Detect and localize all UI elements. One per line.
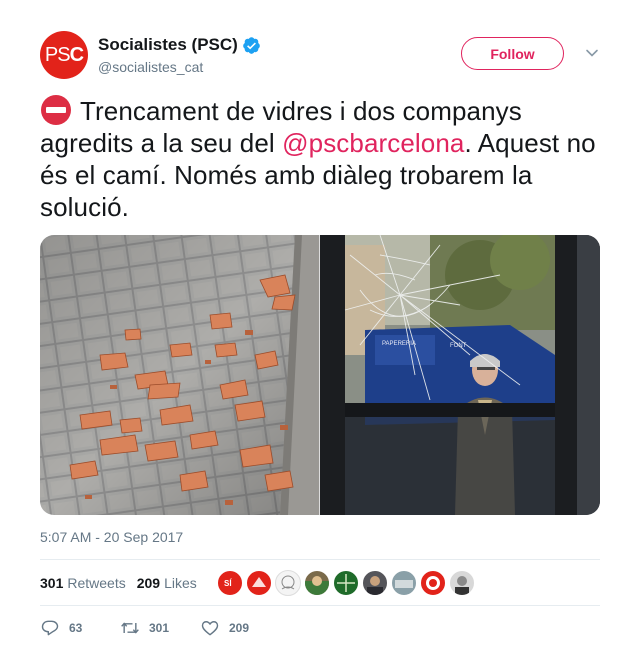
retweets-count[interactable]: 301: [40, 575, 63, 591]
liker-avatar[interactable]: [275, 570, 301, 596]
liker-avatar[interactable]: [391, 570, 417, 596]
liker-avatar-graphic: [305, 576, 329, 595]
tweet-text: Trencament de vidres i dos companys agre…: [40, 94, 605, 223]
follow-button[interactable]: Follow: [461, 37, 564, 70]
media-grid: PAPERERIA FONT: [40, 235, 600, 515]
liker-avatar-graphic: [426, 576, 440, 590]
liker-avatar[interactable]: [246, 570, 272, 596]
liker-avatar-graphic: [281, 575, 295, 590]
liker-avatar-graphic: [367, 576, 383, 595]
retweet-icon: [121, 622, 139, 634]
retweet-button[interactable]: 301: [120, 618, 169, 638]
retweet-count: 301: [149, 621, 170, 635]
liker-avatar[interactable]: [333, 570, 359, 596]
photo-shattered-glass[interactable]: PAPERERIA FONT: [320, 235, 600, 515]
van-sign-text-2: FONT: [450, 343, 467, 349]
like-count: 209: [229, 621, 250, 635]
liker-avatar-graphic: [252, 577, 266, 587]
liker-avatar[interactable]: [304, 570, 330, 596]
name-row: Socialistes (PSC): [98, 34, 261, 56]
liker-avatar-graphic: [395, 580, 413, 588]
tweet-actions: 63 301 209: [40, 618, 340, 638]
liker-avatar-graphic: SÍ: [224, 579, 232, 588]
divider: [40, 559, 600, 560]
chevron-down-icon[interactable]: [585, 46, 599, 60]
likes-count[interactable]: 209: [137, 575, 160, 591]
liker-avatar-1-text: SÍ: [224, 579, 232, 588]
divider: [40, 605, 600, 606]
no-entry-emoji-icon: [41, 95, 71, 125]
engagement-stats: 301 Retweets 209 Likes: [40, 573, 208, 593]
heart-icon: [201, 621, 219, 636]
van-sign-text-1: PAPERERIA: [382, 341, 416, 347]
handle[interactable]: @socialistes_cat: [98, 59, 203, 75]
mention-link[interactable]: @pscbarcelona: [282, 128, 464, 158]
tweet-header: PSC Socialistes (PSC) @socialistes_cat F…: [40, 31, 600, 81]
verified-badge-icon: [243, 36, 260, 54]
avatar-logo: PSC: [44, 44, 84, 66]
liker-avatar-graphic: [455, 576, 469, 595]
photo-broken-tiles[interactable]: [40, 235, 319, 515]
liker-avatar-graphic: [337, 574, 355, 592]
like-button[interactable]: 209: [200, 618, 249, 638]
tweet-timestamp[interactable]: 5:07 AM - 20 Sep 2017: [40, 529, 183, 545]
liker-avatar[interactable]: [420, 570, 446, 596]
liker-avatar[interactable]: SÍ: [217, 570, 243, 596]
reply-button[interactable]: 63: [40, 618, 82, 638]
display-name[interactable]: Socialistes (PSC): [98, 35, 238, 55]
reply-count: 63: [69, 621, 83, 635]
liker-avatar[interactable]: [449, 570, 475, 596]
avatar[interactable]: PSC: [40, 31, 88, 79]
reply-icon: [41, 620, 59, 636]
liker-avatar[interactable]: [362, 570, 388, 596]
likes-label[interactable]: Likes: [164, 575, 197, 591]
retweets-label[interactable]: Retweets: [67, 575, 125, 591]
